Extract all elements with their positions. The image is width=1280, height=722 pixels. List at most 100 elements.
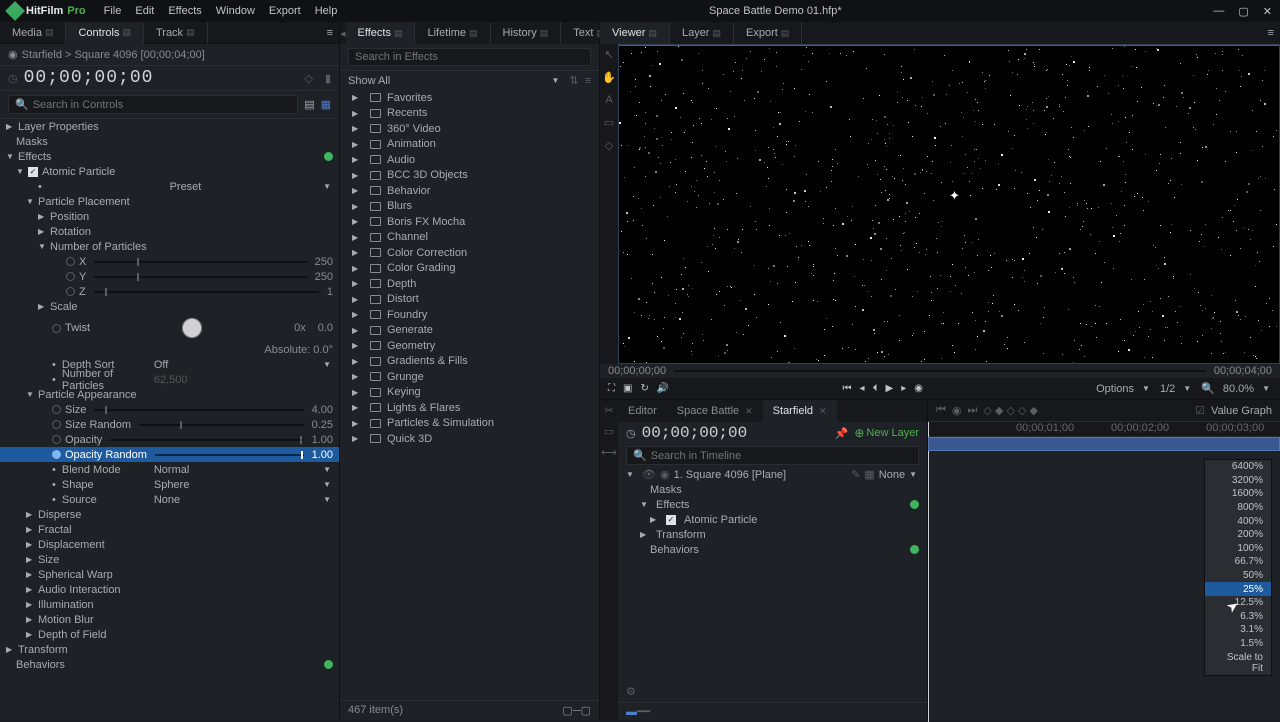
close-tab-icon[interactable]: ✕ xyxy=(819,406,827,417)
loop-icon[interactable]: ↻ xyxy=(640,383,648,394)
source-row[interactable]: •SourceNone▼ xyxy=(0,492,339,507)
options-dropdown[interactable]: Options xyxy=(1096,383,1134,395)
zoom-option[interactable]: Scale to Fit xyxy=(1205,650,1271,675)
tab-media[interactable]: Media▤ xyxy=(0,22,66,44)
fx-category[interactable]: ▶Depth xyxy=(340,276,599,292)
zoom-option[interactable]: 200% xyxy=(1205,528,1271,542)
search-zoom-icon[interactable]: 🔍 xyxy=(1201,382,1215,395)
fx-category[interactable]: ▶Particles & Simulation xyxy=(340,416,599,432)
timeline-timecode[interactable]: 00;00;00;00 xyxy=(642,424,748,442)
size-row[interactable]: Size4.00 xyxy=(0,402,339,417)
marker-icon[interactable]: ▮ xyxy=(325,72,331,85)
settings-icon[interactable]: ⚙ xyxy=(626,686,636,698)
num-particles-group[interactable]: ▼Number of Particles xyxy=(0,239,339,254)
appearance-group[interactable]: ▼Particle Appearance xyxy=(0,387,339,402)
spherical-warp-group[interactable]: ▶Spherical Warp xyxy=(0,567,339,582)
parent-dropdown[interactable]: None xyxy=(879,469,905,481)
illumination-group[interactable]: ▶Illumination xyxy=(0,597,339,612)
dropdown-icon[interactable]: ▼ xyxy=(323,182,331,191)
pin-icon[interactable]: 📌 xyxy=(835,427,849,440)
zoom-option[interactable]: 100% xyxy=(1205,542,1271,556)
fx-category[interactable]: ▶Quick 3D xyxy=(340,431,599,447)
record-icon[interactable]: ◉ xyxy=(914,383,923,394)
fx-category[interactable]: ▶360° Video xyxy=(340,121,599,137)
expand-icon[interactable]: ▶ xyxy=(352,171,360,180)
fx-category[interactable]: ▶Behavior xyxy=(340,183,599,199)
search-timeline[interactable]: 🔍 xyxy=(626,446,919,465)
mute-icon[interactable]: ▦ xyxy=(864,468,874,481)
dropdown-icon[interactable]: ▼ xyxy=(323,480,331,489)
tab-controls[interactable]: Controls▤ xyxy=(66,22,143,44)
menu-help[interactable]: Help xyxy=(315,5,338,17)
zoom-option[interactable]: 1600% xyxy=(1205,487,1271,501)
snapshot-icon[interactable]: ▣ xyxy=(623,383,632,394)
position-row[interactable]: ▶Position xyxy=(0,209,339,224)
menu-edit[interactable]: Edit xyxy=(135,5,154,17)
tab-editor[interactable]: Editor xyxy=(618,400,667,422)
x-slider[interactable] xyxy=(94,261,306,263)
y-slider[interactable] xyxy=(94,276,306,278)
tab-layer[interactable]: Layer▤ xyxy=(670,22,734,44)
size-random-row[interactable]: Size Random0.25 xyxy=(0,417,339,432)
fractal-group[interactable]: ▶Fractal xyxy=(0,522,339,537)
tab-viewer[interactable]: Viewer▤ xyxy=(600,22,670,44)
solo-icon[interactable]: ◉ xyxy=(660,468,670,481)
expand-icon[interactable]: ▶ xyxy=(352,217,360,226)
viewer-scrub[interactable]: 00;00;00;00 00;00;04;00 xyxy=(600,364,1280,378)
goto-start-icon[interactable]: ⏮ xyxy=(842,383,851,394)
dropdown-icon[interactable]: ▼ xyxy=(323,360,331,369)
fx-category[interactable]: ▶Recents xyxy=(340,106,599,122)
behaviors-group[interactable]: Behaviors xyxy=(0,657,339,672)
expand-icon[interactable]: ▶ xyxy=(352,109,360,118)
zoom-option[interactable]: 800% xyxy=(1205,501,1271,515)
opacity-random-slider[interactable] xyxy=(155,454,304,456)
twist-row[interactable]: Twist0x0.0 xyxy=(0,314,339,342)
main-menu[interactable]: File Edit Effects Window Export Help xyxy=(104,5,338,17)
expand-icon[interactable]: ▶ xyxy=(352,434,360,443)
fx-category[interactable]: ▶Geometry xyxy=(340,338,599,354)
cut-tool-icon[interactable]: ✂ xyxy=(604,404,613,417)
effects-group[interactable]: ▼Effects xyxy=(0,149,339,164)
atomic-particle-effect[interactable]: ▼✓Atomic Particle xyxy=(0,164,339,179)
fx-category[interactable]: ▶Favorites xyxy=(340,90,599,106)
masks-group[interactable]: Masks xyxy=(0,134,339,149)
effect-enabled-checkbox[interactable]: ✓ xyxy=(666,515,676,525)
slip-tool-icon[interactable]: ⟷ xyxy=(601,446,617,459)
opacity-row[interactable]: Opacity1.00 xyxy=(0,432,339,447)
tab-export[interactable]: Export▤ xyxy=(734,22,802,44)
menu-file[interactable]: File xyxy=(104,5,122,17)
fx-category[interactable]: ▶Foundry xyxy=(340,307,599,323)
keyframe-toggle[interactable] xyxy=(66,272,75,281)
zoom-option[interactable]: 1.5% xyxy=(1205,637,1271,651)
fx-category[interactable]: ▶Color Grading xyxy=(340,261,599,277)
zoom-value[interactable]: 80.0% xyxy=(1223,383,1254,395)
keyframe-toggle[interactable] xyxy=(52,405,61,414)
fx-category[interactable]: ▶BCC 3D Objects xyxy=(340,168,599,184)
fx-category[interactable]: ▶Keying xyxy=(340,385,599,401)
expand-icon[interactable]: ▶ xyxy=(352,202,360,211)
minimize-icon[interactable]: — xyxy=(1213,5,1224,18)
expand-icon[interactable]: ▶ xyxy=(352,264,360,273)
zoom-option[interactable]: 3.1% xyxy=(1205,623,1271,637)
keyframe-toggle[interactable] xyxy=(52,324,61,333)
value-graph-toggle[interactable]: Value Graph xyxy=(1211,405,1272,417)
maximize-icon[interactable]: ▢ xyxy=(1238,5,1248,18)
fx-category[interactable]: ▶Blurs xyxy=(340,199,599,215)
depth-sort-row[interactable]: •Depth SortOff▼ xyxy=(0,357,339,372)
rotation-row[interactable]: ▶Rotation xyxy=(0,224,339,239)
dropdown-icon[interactable]: ▼ xyxy=(323,495,331,504)
search-controls[interactable]: 🔍 xyxy=(8,95,298,114)
zoom-option[interactable]: 50% xyxy=(1205,569,1271,583)
viewer-canvas[interactable]: ✦ xyxy=(618,44,1280,364)
step-fwd-icon[interactable]: ▸ xyxy=(901,383,906,394)
zoom-option[interactable]: 6400% xyxy=(1205,460,1271,474)
shape-row[interactable]: •ShapeSphere▼ xyxy=(0,477,339,492)
keyframe-toggle[interactable] xyxy=(52,420,61,429)
zoom-slider-icon[interactable]: ▬ xyxy=(626,706,637,718)
play-icon[interactable]: ▶ xyxy=(885,383,893,394)
timeline-layer-row[interactable]: ▼👁◉ 1. Square 4096 [Plane] ✎ ▦ None ▼ xyxy=(618,467,927,482)
fullscreen-icon[interactable]: ⛶ xyxy=(608,383,615,394)
effect-enabled-checkbox[interactable]: ✓ xyxy=(28,167,38,177)
expand-icon[interactable]: ▶ xyxy=(352,124,360,133)
edit-icon[interactable]: ✎ xyxy=(851,468,860,481)
